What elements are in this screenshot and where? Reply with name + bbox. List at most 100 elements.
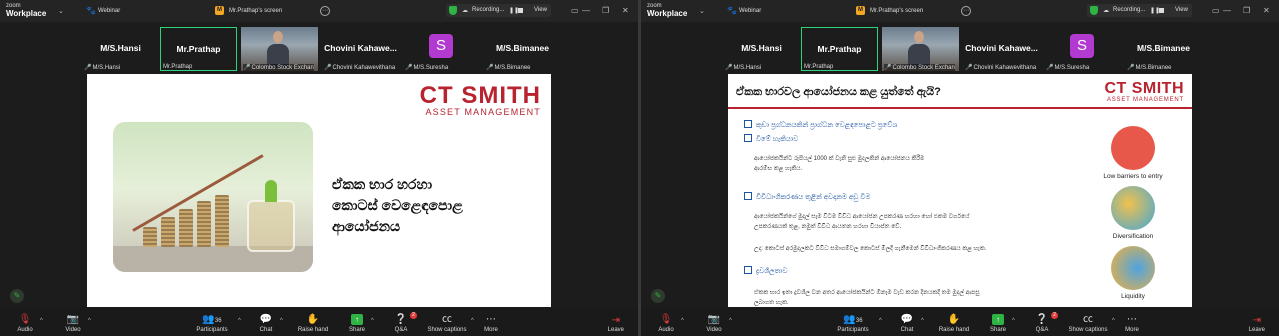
- share-button[interactable]: ↑ Share: [346, 314, 368, 333]
- participants-button[interactable]: 👥36 Participants: [831, 314, 875, 333]
- divider: [728, 107, 1192, 109]
- raise-hand-button[interactable]: ✋ Raise hand: [934, 314, 974, 333]
- more-button[interactable]: ⋯ More: [1121, 314, 1143, 333]
- zoom-logo: zoom Workplace: [647, 3, 688, 18]
- slide-heading: ඒකක භාරවල ආයෝජනය කළ යුත්තේ ඇයි?: [736, 86, 941, 98]
- chevron-up-icon[interactable]: ^: [88, 318, 91, 324]
- chevron-up-icon[interactable]: ^: [471, 318, 474, 324]
- participant-tile-active[interactable]: Mr.Prathap Mr.Prathap: [801, 27, 878, 71]
- bullet-heading-cont: වීමේ හැකියාව: [744, 134, 798, 144]
- participant-video: [267, 31, 289, 68]
- audio-button[interactable]: 🎙 Audio: [655, 314, 677, 333]
- close-icon[interactable]: ✕: [622, 6, 629, 15]
- recording-label: Recording...: [1113, 7, 1146, 13]
- chevron-down-icon[interactable]: ⌄: [58, 7, 64, 15]
- qa-icon: ❔ 2: [390, 312, 417, 326]
- bullet-text: උදා: කොටස් අරමුදලකට විවිධ සමාගම්වල කොටස්…: [754, 246, 987, 252]
- mic-muted-icon: 🎙: [18, 314, 32, 325]
- qa-button[interactable]: ❔ 2 Q&A: [390, 312, 417, 333]
- maximize-icon[interactable]: ❐: [602, 6, 609, 15]
- captions-button[interactable]: ㏄ Show captions: [424, 314, 470, 333]
- close-icon[interactable]: ✕: [1263, 6, 1270, 15]
- chevron-up-icon[interactable]: ^: [371, 318, 374, 324]
- raise-hand-button[interactable]: ✋ Raise hand: [293, 314, 333, 333]
- share-badge-icon: M: [215, 6, 224, 15]
- participant-tile[interactable]: M/S.Bimanee 🎤M/S.Bimanee: [1125, 27, 1202, 71]
- view-button[interactable]: View: [534, 7, 547, 13]
- cloud-icon: ☁: [462, 8, 468, 14]
- participant-tile-active[interactable]: Mr.Prathap Mr.Prathap: [160, 27, 237, 71]
- participant-tile[interactable]: S 🎤M/S.Suresha: [1044, 27, 1121, 71]
- video-button[interactable]: 📷 Video: [62, 314, 84, 333]
- view-button[interactable]: View: [1175, 7, 1188, 13]
- webinar-icon: 🐾: [727, 6, 737, 15]
- view-menu-icon[interactable]: ▭: [1212, 6, 1220, 15]
- recording-bar: ☁ Recording... ❚❚ View: [1087, 4, 1192, 17]
- shield-icon: [1090, 6, 1098, 15]
- participant-tile[interactable]: M/S.Hansi 🎤M/S.Hansi: [723, 27, 800, 71]
- recording-label: Recording...: [472, 7, 505, 13]
- qa-button[interactable]: ❔ 2 Q&A: [1031, 312, 1058, 333]
- annotate-pencil-icon[interactable]: ✎: [651, 289, 665, 303]
- chevron-up-icon[interactable]: ^: [280, 318, 283, 324]
- meeting-toolbar: 🎙 Audio ^ 📷 Video ^ 👥36 Participants ^ 💬 Cha…: [0, 307, 638, 336]
- participant-tile[interactable]: Chovini Kahawe... 🎤Chovini Kahawevithana: [963, 27, 1040, 71]
- bullet-text: ඒකක භාර ඉතා ද්‍රවශීල වන අතර ආයෝජකයින්ට ඕ…: [754, 290, 980, 306]
- participant-video-tile[interactable]: 🎤Colombo Stock Exchan: [241, 27, 318, 71]
- webinar-tab[interactable]: Webinar: [98, 8, 120, 14]
- chevron-up-icon[interactable]: ^: [1112, 318, 1115, 324]
- video-button[interactable]: 📷 Video: [703, 314, 725, 333]
- participants-button[interactable]: 👥36 Participants: [190, 314, 234, 333]
- zoom-window-left: zoom Workplace ⌄ 🐾 Webinar M Mr.Prathap'…: [0, 0, 638, 336]
- liquidity-icon: [1111, 246, 1155, 290]
- chevron-down-icon[interactable]: ⌄: [699, 7, 705, 15]
- growth-coins-image: [113, 122, 313, 272]
- share-icon: ↑: [992, 314, 1004, 325]
- stop-icon[interactable]: [1159, 8, 1164, 13]
- more-options-icon[interactable]: ⋯: [320, 6, 330, 16]
- cloud-icon: ☁: [1103, 8, 1109, 14]
- chat-button[interactable]: 💬 Chat: [896, 314, 918, 333]
- mic-muted-icon: 🎤: [965, 65, 973, 71]
- captions-button[interactable]: ㏄ Show captions: [1065, 314, 1111, 333]
- chevron-up-icon[interactable]: ^: [40, 318, 43, 324]
- recording-bar: ☁ Recording... ❚❚ View: [446, 4, 551, 17]
- view-menu-icon[interactable]: ▭: [571, 6, 579, 15]
- share-label: Mr.Prathap's screen: [229, 8, 283, 14]
- shield-icon: [449, 6, 457, 15]
- mic-muted-icon: 🎤: [1046, 65, 1054, 71]
- chevron-up-icon[interactable]: ^: [1012, 318, 1015, 324]
- participants-icon: 👥36: [843, 314, 863, 325]
- meeting-toolbar: 🎙 Audio ^ 📷 Video ^ 👥36 Participants ^ 💬 Cha…: [641, 307, 1279, 336]
- chevron-up-icon[interactable]: ^: [879, 318, 882, 324]
- minimize-icon[interactable]: —: [1223, 6, 1231, 15]
- mic-muted-icon: 🎤: [884, 65, 892, 71]
- minimize-icon[interactable]: —: [582, 6, 590, 15]
- chevron-up-icon[interactable]: ^: [729, 318, 732, 324]
- bullet-heading: විවිධාංගීකරණය තුළින් අවදානම අඩු වීම: [744, 192, 870, 202]
- audio-button[interactable]: 🎙 Audio: [14, 314, 36, 333]
- chevron-up-icon[interactable]: ^: [681, 318, 684, 324]
- participant-video-tile[interactable]: 🎤Colombo Stock Exchan: [882, 27, 959, 71]
- ct-smith-logo: CT SMITH ASSET MANAGEMENT: [419, 82, 541, 117]
- chevron-up-icon[interactable]: ^: [238, 318, 241, 324]
- participant-tile[interactable]: S 🎤M/S.Suresha: [403, 27, 480, 71]
- participant-tile[interactable]: Chovini Kahawe... 🎤Chovini Kahawevithana: [322, 27, 399, 71]
- maximize-icon[interactable]: ❐: [1243, 6, 1250, 15]
- participant-strip: M/S.Hansi 🎤M/S.Hansi Mr.Prathap Mr.Prath…: [0, 24, 638, 74]
- stop-icon[interactable]: [518, 8, 523, 13]
- mic-muted-icon: 🎤: [324, 65, 332, 71]
- leave-button[interactable]: ⇥ Leave: [608, 315, 624, 333]
- leave-icon: ⇥: [1252, 315, 1262, 326]
- more-button[interactable]: ⋯ More: [480, 314, 502, 333]
- leave-button[interactable]: ⇥ Leave: [1249, 315, 1265, 333]
- participant-tile[interactable]: M/S.Bimanee 🎤M/S.Bimanee: [484, 27, 561, 71]
- chevron-up-icon[interactable]: ^: [921, 318, 924, 324]
- more-options-icon[interactable]: ⋯: [961, 6, 971, 16]
- share-button[interactable]: ↑ Share: [987, 314, 1009, 333]
- chat-button[interactable]: 💬 Chat: [255, 314, 277, 333]
- participant-tile[interactable]: M/S.Hansi 🎤M/S.Hansi: [82, 27, 159, 71]
- icon-card: Diversification: [1093, 186, 1173, 240]
- annotate-pencil-icon[interactable]: ✎: [10, 289, 24, 303]
- webinar-tab[interactable]: Webinar: [739, 8, 761, 14]
